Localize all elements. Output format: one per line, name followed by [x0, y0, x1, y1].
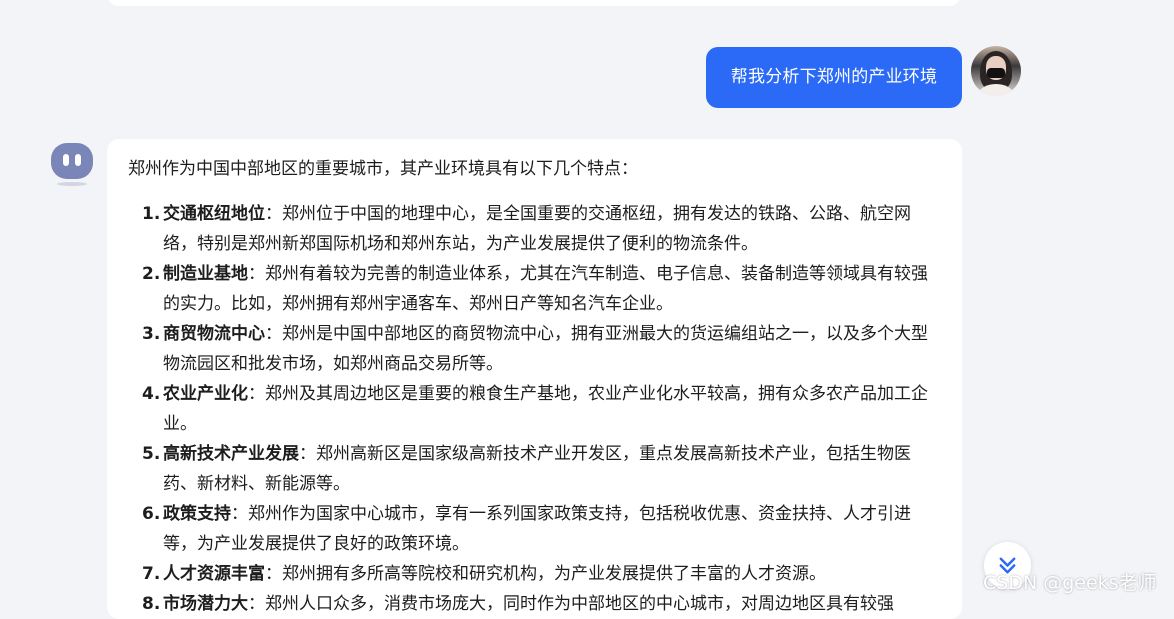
point-text: ：郑州拥有多所高等院校和研究机构，为产业发展提供了丰富的人才资源。: [265, 564, 826, 584]
point-text: ：郑州及其周边地区是重要的粮食生产基地，农业产业化水平较高，拥有众多农产品加工企…: [163, 384, 928, 434]
answer-intro: 郑州作为中国中部地区的重要城市，其产业环境具有以下几个特点：: [128, 159, 638, 179]
point-term: 政策支持: [163, 504, 231, 524]
point-term: 制造业基地: [163, 264, 248, 284]
point-number: 2.: [142, 264, 161, 284]
point-number: 7.: [142, 564, 161, 584]
point-number: 6.: [142, 504, 161, 524]
answer-points-list: 1. 交通枢纽地位：郑州位于中国的地理中心，是全国重要的交通枢纽，拥有发达的铁路、…: [142, 199, 931, 619]
point-term: 商贸物流中心: [163, 324, 265, 344]
answer-point: 8. 市场潜力大：郑州人口众多，消费市场庞大，同时作为中部地区的中心城市，对周边地…: [142, 589, 931, 619]
user-message-bubble: 帮我分析下郑州的产业环境: [706, 47, 962, 108]
point-text: ：郑州作为国家中心城市，享有一系列国家政策支持，包括税收优惠、资金扶持、人才引进…: [163, 504, 911, 554]
bot-avatar-icon: [51, 143, 93, 187]
point-term: 人才资源丰富: [163, 564, 265, 584]
answer-point: 4. 农业产业化：郑州及其周边地区是重要的粮食生产基地，农业产业化水平较高，拥有众…: [142, 379, 931, 439]
point-number: 3.: [142, 324, 161, 344]
point-term: 市场潜力大: [163, 594, 248, 614]
user-avatar: [971, 46, 1021, 96]
point-text: ：郑州有着较为完善的制造业体系，尤其在汽车制造、电子信息、装备制造等领域具有较强…: [163, 264, 928, 314]
answer-point: 1. 交通枢纽地位：郑州位于中国的地理中心，是全国重要的交通枢纽，拥有发达的铁路、…: [142, 199, 931, 259]
point-number: 8.: [142, 594, 161, 614]
answer-point: 2. 制造业基地：郑州有着较为完善的制造业体系，尤其在汽车制造、电子信息、装备制造…: [142, 259, 931, 319]
point-term: 农业产业化: [163, 384, 248, 404]
assistant-answer-card: 郑州作为中国中部地区的重要城市，其产业环境具有以下几个特点： 1. 交通枢纽地位：…: [107, 139, 962, 619]
point-text: ：郑州人口众多，消费市场庞大，同时作为中部地区的中心城市，对周边地区具有较强: [248, 594, 894, 614]
answer-point: 3. 商贸物流中心：郑州是中国中部地区的商贸物流中心，拥有亚洲最大的货运编组站之一…: [142, 319, 931, 379]
point-number: 1.: [142, 204, 161, 224]
answer-point: 6. 政策支持：郑州作为国家中心城市，享有一系列国家政策支持，包括税收优惠、资金扶…: [142, 499, 931, 559]
previous-message-card: [107, 0, 961, 6]
point-term: 交通枢纽地位: [163, 204, 265, 224]
point-term: 高新技术产业发展: [163, 444, 299, 464]
answer-point: 7. 人才资源丰富：郑州拥有多所高等院校和研究机构，为产业发展提供了丰富的人才资源…: [142, 559, 931, 589]
point-text: ：郑州是中国中部地区的商贸物流中心，拥有亚洲最大的货运编组站之一，以及多个大型物…: [163, 324, 928, 374]
point-number: 4.: [142, 384, 161, 404]
point-number: 5.: [142, 444, 161, 464]
point-text: ：郑州位于中国的地理中心，是全国重要的交通枢纽，拥有发达的铁路、公路、航空网络，…: [163, 204, 911, 254]
answer-point: 5. 高新技术产业发展：郑州高新区是国家级高新技术产业开发区，重点发展高新技术产业…: [142, 439, 931, 499]
watermark: CSDN @geeks老师: [983, 572, 1157, 594]
user-message-row: 帮我分析下郑州的产业环境: [0, 46, 1174, 110]
